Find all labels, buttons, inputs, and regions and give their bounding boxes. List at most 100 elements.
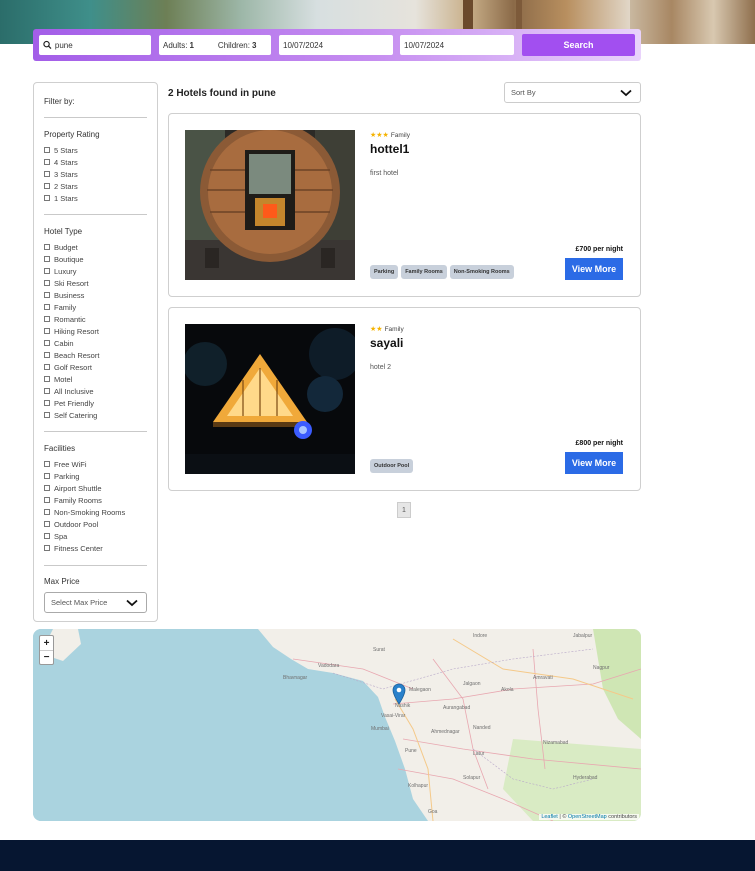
- hotel-name[interactable]: hottel1: [370, 142, 409, 156]
- checkbox[interactable]: [44, 388, 50, 394]
- rating-option[interactable]: 2 Stars: [44, 180, 147, 192]
- checkbox[interactable]: [44, 461, 50, 467]
- hotel-type-option[interactable]: Motel: [44, 373, 147, 385]
- check-out-date[interactable]: 10/07/2024: [404, 41, 444, 50]
- place-label: Kolhapur: [408, 783, 428, 789]
- rating-option[interactable]: 4 Stars: [44, 156, 147, 168]
- leaflet-link[interactable]: Leaflet: [541, 814, 558, 820]
- checkbox[interactable]: [44, 280, 50, 286]
- zoom-control: + −: [39, 635, 54, 665]
- sort-select[interactable]: Sort By: [504, 82, 641, 103]
- hotel-type-option[interactable]: Business: [44, 289, 147, 301]
- view-more-button[interactable]: View More: [565, 258, 623, 280]
- checkbox[interactable]: [44, 328, 50, 334]
- place-label: Jabalpur: [573, 633, 593, 639]
- facility-option[interactable]: Non-Smoking Rooms: [44, 506, 147, 518]
- children-label: Children:: [217, 40, 250, 50]
- checkbox[interactable]: [44, 376, 50, 382]
- hotel-type-option[interactable]: Family: [44, 301, 147, 313]
- facilities-options: Free WiFi Parking Airport Shuttle Family…: [44, 458, 147, 554]
- adults-label: Adults:: [163, 40, 188, 50]
- checkbox[interactable]: [44, 352, 50, 358]
- hotel-type-option[interactable]: Pet Friendly: [44, 397, 147, 409]
- facility-tag: Family Rooms: [401, 265, 447, 279]
- place-label: Vasai-Virar: [381, 713, 406, 719]
- sort-label: Sort By: [511, 88, 536, 97]
- hotel-type-option[interactable]: Hiking Resort: [44, 325, 147, 337]
- facility-option[interactable]: Spa: [44, 530, 147, 542]
- place-label: Nizamabad: [543, 740, 569, 746]
- hotel-type-option[interactable]: Cabin: [44, 337, 147, 349]
- check-in-field[interactable]: 10/07/2024: [279, 35, 393, 55]
- hotel-card: ★★★ Family hottel1 first hotel Parking Fa…: [168, 113, 641, 297]
- hotel-type-option[interactable]: Boutique: [44, 253, 147, 265]
- check-out-field[interactable]: 10/07/2024: [400, 35, 514, 55]
- checkbox[interactable]: [44, 171, 50, 177]
- hotel-type-option[interactable]: Romantic: [44, 313, 147, 325]
- checkbox[interactable]: [44, 304, 50, 310]
- checkbox[interactable]: [44, 316, 50, 322]
- checkbox[interactable]: [44, 473, 50, 479]
- checkbox[interactable]: [44, 159, 50, 165]
- adults-value[interactable]: 1: [189, 41, 193, 50]
- check-in-date[interactable]: 10/07/2024: [283, 41, 323, 50]
- checkbox[interactable]: [44, 533, 50, 539]
- facilities-heading: Facilities: [44, 444, 76, 453]
- checkbox[interactable]: [44, 340, 50, 346]
- place-label: Aurangabad: [443, 705, 470, 711]
- hotel-type-option[interactable]: Budget: [44, 241, 147, 253]
- guests-field[interactable]: Adults: 1 Children: 3: [159, 35, 271, 55]
- hotel-name[interactable]: sayali: [370, 336, 403, 350]
- checkbox[interactable]: [44, 412, 50, 418]
- children-value[interactable]: 3: [252, 41, 256, 50]
- hotel-type-option[interactable]: Ski Resort: [44, 277, 147, 289]
- hotel-type: Family: [384, 326, 404, 333]
- facility-option[interactable]: Free WiFi: [44, 458, 147, 470]
- facility-option[interactable]: Fitness Center: [44, 542, 147, 554]
- checkbox[interactable]: [44, 244, 50, 250]
- destination-input[interactable]: [54, 40, 151, 50]
- hotel-description: hotel 2: [370, 364, 392, 371]
- checkbox[interactable]: [44, 400, 50, 406]
- checkbox[interactable]: [44, 364, 50, 370]
- checkbox[interactable]: [44, 183, 50, 189]
- hotel-type: Family: [390, 132, 410, 139]
- checkbox[interactable]: [44, 195, 50, 201]
- hotel-type-option[interactable]: Self Catering: [44, 409, 147, 421]
- checkbox[interactable]: [44, 545, 50, 551]
- view-more-button[interactable]: View More: [565, 452, 623, 474]
- max-price-select[interactable]: Select Max Price: [44, 592, 147, 613]
- facility-option[interactable]: Parking: [44, 470, 147, 482]
- checkbox[interactable]: [44, 497, 50, 503]
- checkbox[interactable]: [44, 521, 50, 527]
- checkbox[interactable]: [44, 509, 50, 515]
- hotel-type-option[interactable]: Beach Resort: [44, 349, 147, 361]
- facility-option[interactable]: Family Rooms: [44, 494, 147, 506]
- rating-option[interactable]: 5 Stars: [44, 144, 147, 156]
- checkbox[interactable]: [44, 147, 50, 153]
- checkbox[interactable]: [44, 256, 50, 262]
- place-label: Hyderabad: [573, 775, 598, 781]
- rating-option[interactable]: 3 Stars: [44, 168, 147, 180]
- zoom-out-button[interactable]: −: [40, 650, 53, 664]
- rating-option[interactable]: 1 Stars: [44, 192, 147, 204]
- checkbox[interactable]: [44, 485, 50, 491]
- map-view[interactable]: Surat Nashik Mumbai Pune Malegaon Vasai-…: [33, 629, 641, 821]
- hotel-image[interactable]: [185, 324, 355, 474]
- zoom-in-button[interactable]: +: [40, 636, 53, 650]
- search-button[interactable]: Search: [522, 34, 635, 56]
- facility-option[interactable]: Airport Shuttle: [44, 482, 147, 494]
- page-button[interactable]: 1: [397, 502, 411, 518]
- osm-link[interactable]: OpenStreetMap: [568, 814, 607, 820]
- checkbox[interactable]: [44, 268, 50, 274]
- map-marker-icon[interactable]: [392, 683, 406, 705]
- hotel-type-option[interactable]: Golf Resort: [44, 361, 147, 373]
- checkbox[interactable]: [44, 292, 50, 298]
- star-icons: ★★★: [370, 132, 389, 139]
- hotel-type-option[interactable]: Luxury: [44, 265, 147, 277]
- hotel-image[interactable]: [185, 130, 355, 280]
- destination-field[interactable]: [39, 35, 151, 55]
- max-price-placeholder: Select Max Price: [51, 598, 108, 607]
- hotel-type-option[interactable]: All Inclusive: [44, 385, 147, 397]
- facility-option[interactable]: Outdoor Pool: [44, 518, 147, 530]
